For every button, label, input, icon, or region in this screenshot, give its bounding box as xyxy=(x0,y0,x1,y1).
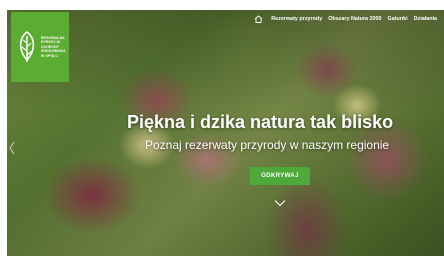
nav-item-natura-2000[interactable]: Obszary Natura 2000 xyxy=(328,16,381,22)
main-navigation: Rezerwaty przyrody Obszary Natura 2000 G… xyxy=(254,15,437,23)
hero-image-overlay xyxy=(7,10,444,256)
chevron-left-icon[interactable] xyxy=(8,141,16,155)
hero-subheadline: Poznaj rezerwaty przyrody w naszym regio… xyxy=(145,138,390,152)
logo-text: REGIONALNA DYREKCJA OCHRONY ŚRODOWISKA W… xyxy=(41,36,66,59)
site-logo[interactable]: REGIONALNA DYREKCJA OCHRONY ŚRODOWISKA W… xyxy=(11,12,69,82)
chevron-down-icon[interactable] xyxy=(274,199,286,207)
logo-line: W OPOLU xyxy=(41,53,58,58)
nav-item-gatunki[interactable]: Gatunki xyxy=(388,16,408,22)
discover-button[interactable]: ODKRYWAJ xyxy=(250,167,310,185)
nav-item-dzialania[interactable]: Działania xyxy=(414,16,437,22)
leaf-icon xyxy=(19,30,35,62)
nav-item-rezerwaty[interactable]: Rezerwaty przyrody xyxy=(271,16,322,22)
hero-banner xyxy=(7,10,444,256)
hero-headline: Piękna i dzika natura tak blisko xyxy=(127,112,394,132)
home-icon[interactable] xyxy=(254,15,263,23)
